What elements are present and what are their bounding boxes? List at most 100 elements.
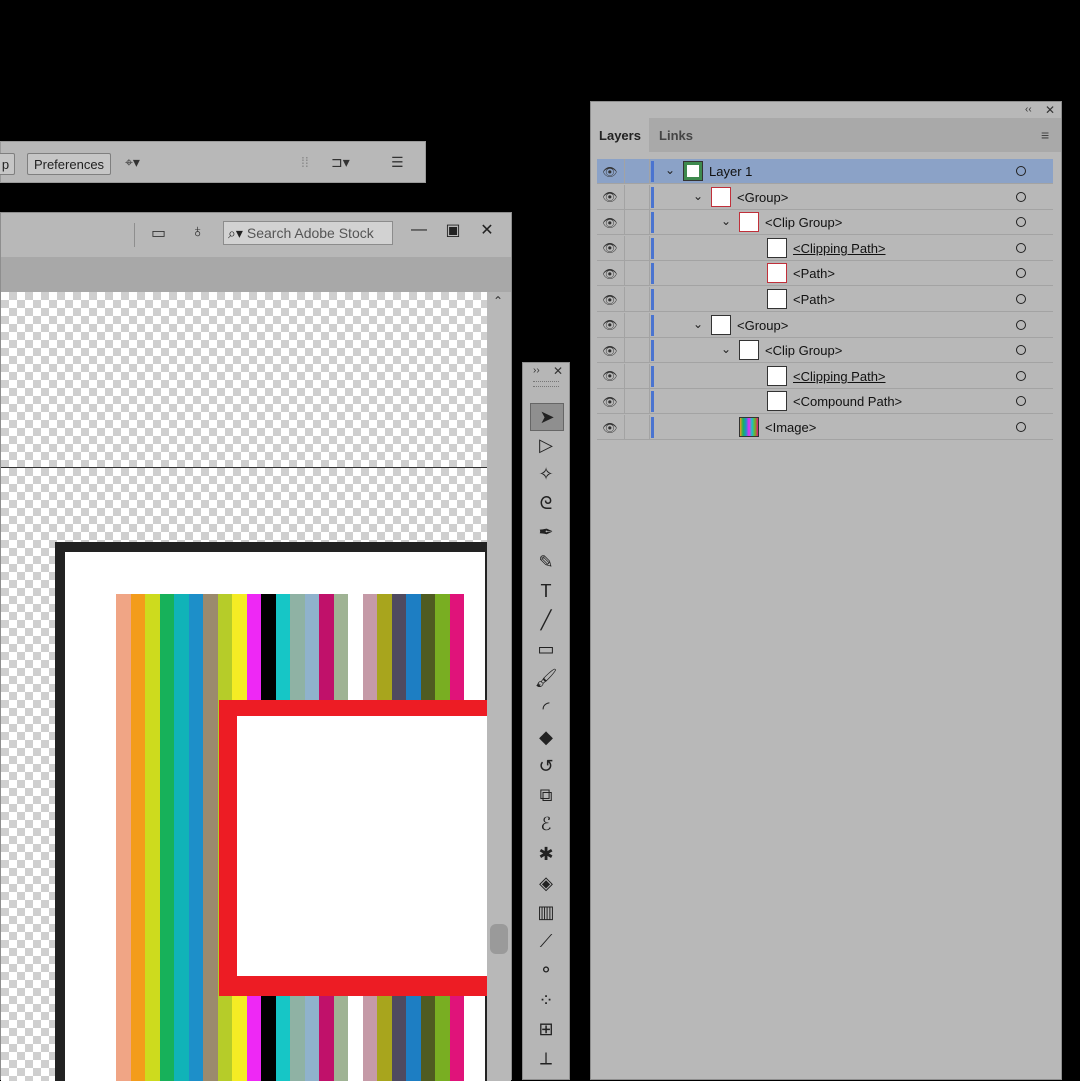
visibility-eye-icon[interactable]: 👁 (597, 210, 623, 235)
expand-panel-icon[interactable]: ›› (533, 365, 540, 376)
visibility-eye-icon[interactable]: 👁 (597, 313, 623, 338)
lock-toggle[interactable] (624, 338, 650, 364)
paintbrush-tool[interactable]: 🖌 (530, 666, 562, 692)
layer-row[interactable]: 👁 <Clipping Path> (597, 235, 1053, 261)
direct-selection-tool[interactable]: ▷ (530, 432, 562, 458)
target-circle-icon[interactable] (1016, 166, 1026, 176)
distribute-icon[interactable]: ⊐▾ (331, 154, 350, 171)
type-tool[interactable]: T (530, 578, 562, 604)
panel-toggle-icon[interactable]: ▭ (151, 223, 166, 243)
white-rectangle[interactable] (237, 716, 487, 976)
scrollbar-thumb[interactable] (490, 924, 508, 954)
search-stock-field[interactable]: ⌕▾ Search Adobe Stock (223, 221, 393, 245)
expand-chevron-icon[interactable]: ⌄ (693, 189, 703, 203)
vertical-scrollbar[interactable]: ⌃ (487, 292, 511, 1081)
tab-links[interactable]: Links (649, 118, 703, 152)
expand-chevron-icon[interactable]: ⌄ (693, 317, 703, 331)
visibility-eye-icon[interactable]: 👁 (597, 415, 623, 440)
scale-tool[interactable]: ⧉ (530, 783, 562, 809)
preferences-button[interactable]: Preferences (27, 153, 111, 175)
pen-tool[interactable]: ✒ (530, 520, 562, 546)
visibility-eye-icon[interactable]: 👁 (597, 261, 623, 286)
close-window-button[interactable]: ✕ (473, 219, 501, 241)
maximize-button[interactable]: ▣ (439, 219, 467, 241)
magic-wand-tool[interactable]: ✧ (530, 461, 562, 487)
curvature-tool[interactable]: ✎ (530, 549, 562, 575)
target-circle-icon[interactable] (1016, 422, 1026, 432)
layer-row[interactable]: 👁 ⌄ Layer 1 (597, 159, 1053, 184)
visibility-eye-icon[interactable]: 👁 (597, 287, 623, 312)
layer-row[interactable]: 👁 <Clipping Path> (597, 363, 1053, 389)
panel-grip[interactable] (533, 381, 559, 387)
warp-tool[interactable]: ℰ (530, 812, 562, 838)
target-circle-icon[interactable] (1016, 370, 1026, 381)
lightbulb-icon[interactable]: ♁ (191, 221, 205, 242)
lock-toggle[interactable] (624, 159, 650, 184)
select-similar-icon[interactable]: ⌖▾ (125, 154, 140, 171)
target-circle-icon[interactable] (1016, 191, 1026, 202)
puppet-warp-tool[interactable]: ✱ (530, 841, 562, 867)
expand-chevron-icon[interactable]: ⌄ (721, 342, 731, 356)
layer-row[interactable]: 👁 ⌄ <Group> (597, 184, 1053, 210)
close-panel-icon[interactable]: ✕ (1045, 103, 1055, 117)
menu-list-icon[interactable]: ☰ (391, 154, 404, 171)
slice-tool[interactable]: ⟂ (530, 1045, 562, 1071)
lock-toggle[interactable] (624, 261, 650, 287)
target-circle-icon[interactable] (1016, 345, 1026, 356)
visibility-eye-icon[interactable]: 👁 (597, 389, 623, 414)
visibility-eye-icon[interactable]: 👁 (597, 364, 623, 389)
align-grid-icon[interactable]: ⁞⁞ (301, 154, 309, 170)
lock-toggle[interactable] (624, 312, 650, 338)
target-circle-icon[interactable] (1016, 242, 1026, 253)
symbol-sprayer-tool[interactable]: ⁘ (530, 987, 562, 1013)
scroll-up-icon[interactable]: ⌃ (493, 294, 503, 308)
target-circle-icon[interactable] (1016, 294, 1026, 304)
lock-toggle[interactable] (624, 415, 650, 440)
visibility-eye-icon[interactable]: 👁 (597, 159, 623, 184)
rotate-tool[interactable]: ↺ (530, 753, 562, 779)
minimize-button[interactable]: — (405, 219, 433, 241)
close-tools-icon[interactable]: ✕ (553, 364, 563, 378)
blend-tool[interactable]: ⚬ (530, 958, 562, 984)
target-circle-icon[interactable] (1016, 268, 1026, 279)
lock-toggle[interactable] (624, 389, 650, 415)
visibility-eye-icon[interactable]: 👁 (597, 338, 623, 363)
layer-row[interactable]: 👁 <Compound Path> (597, 389, 1053, 415)
panel-menu-icon[interactable]: ≡ (1041, 127, 1049, 143)
artboard-canvas[interactable] (1, 292, 487, 1081)
lock-toggle[interactable] (624, 210, 650, 236)
partial-button[interactable]: p (0, 153, 15, 175)
collapse-panel-icon[interactable]: ‹‹ (1025, 104, 1032, 115)
tab-layers[interactable]: Layers (591, 118, 649, 152)
layer-row[interactable]: 👁 <Image> (597, 415, 1053, 440)
lock-toggle[interactable] (624, 235, 650, 261)
visibility-eye-icon[interactable]: 👁 (597, 236, 623, 261)
lock-toggle[interactable] (624, 287, 650, 312)
red-rectangle[interactable] (219, 700, 487, 996)
lasso-tool[interactable]: ᘓ (530, 491, 562, 517)
lock-toggle[interactable] (624, 363, 650, 389)
target-circle-icon[interactable] (1016, 396, 1026, 407)
target-circle-icon[interactable] (1016, 319, 1026, 330)
layer-name: <Compound Path> (793, 394, 903, 410)
eraser-tool[interactable]: ◆ (530, 724, 562, 750)
expand-chevron-icon[interactable]: ⌄ (721, 214, 731, 228)
shape-builder-tool[interactable]: ◈ (530, 870, 562, 896)
expand-chevron-icon[interactable]: ⌄ (665, 163, 675, 177)
line-segment-tool[interactable]: ╱ (530, 607, 562, 633)
line-segment-tool-icon: ╱ (540, 609, 552, 630)
layer-row[interactable]: 👁 <Path> (597, 287, 1053, 312)
layer-row[interactable]: 👁 <Path> (597, 261, 1053, 287)
rectangle-tool[interactable]: ▭ (530, 637, 562, 663)
shaper-tool[interactable]: ◜ (530, 695, 562, 721)
layer-row[interactable]: 👁 ⌄ <Group> (597, 312, 1053, 338)
artboard-tool[interactable]: ⊞ (530, 1016, 562, 1042)
selection-tool[interactable]: ➤ (530, 403, 564, 431)
gradient-tool[interactable]: ▥ (530, 899, 562, 925)
layer-row[interactable]: 👁 ⌄ <Clip Group> (597, 210, 1053, 236)
eyedropper-tool[interactable]: ⟋ (530, 929, 562, 955)
visibility-eye-icon[interactable]: 👁 (597, 185, 623, 210)
layer-row[interactable]: 👁 ⌄ <Clip Group> (597, 338, 1053, 364)
target-circle-icon[interactable] (1016, 217, 1026, 228)
lock-toggle[interactable] (624, 184, 650, 210)
